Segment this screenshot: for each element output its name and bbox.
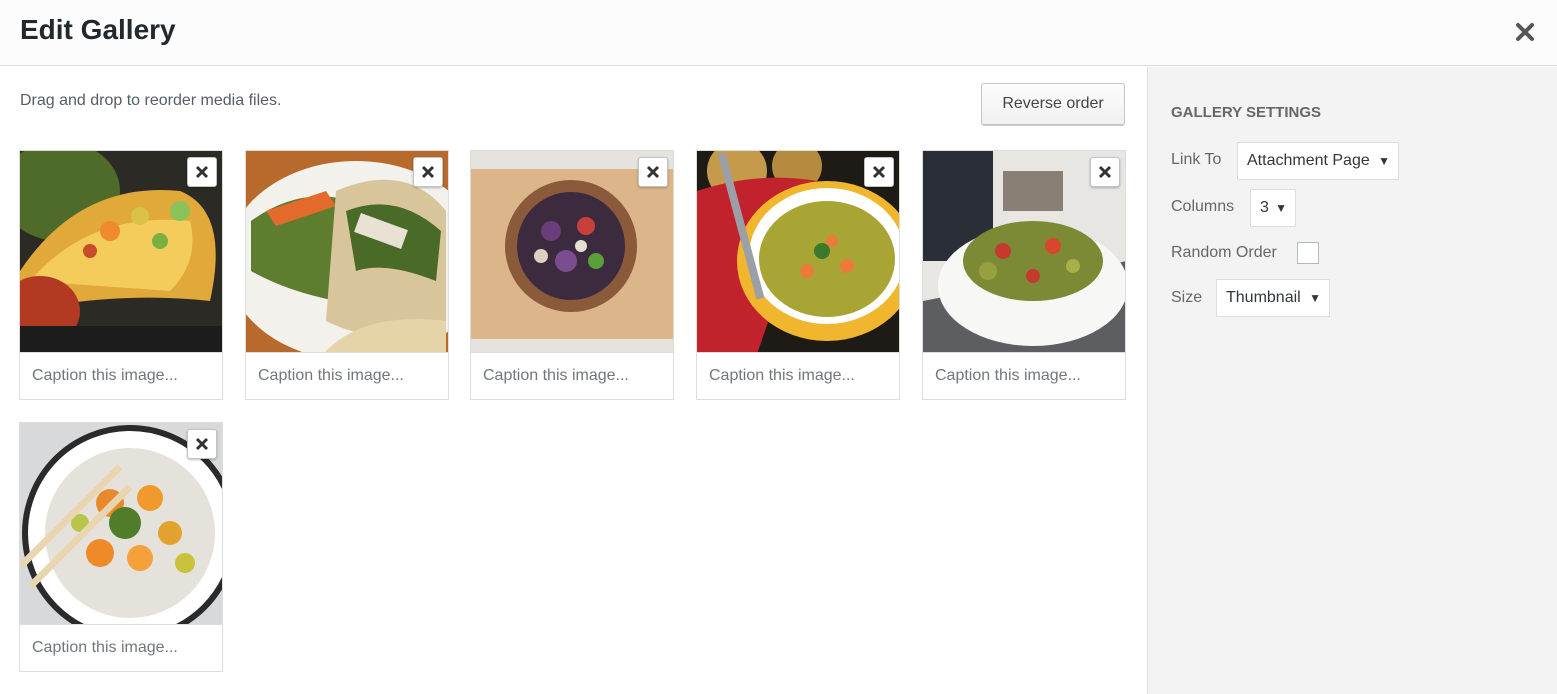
instructions-text: Drag and drop to reorder media files.: [20, 92, 282, 109]
page-title: Edit Gallery: [20, 14, 176, 45]
size-label: Size: [1171, 289, 1203, 306]
caption-input[interactable]: [922, 353, 1126, 400]
close-icon: [195, 165, 209, 179]
gallery-settings-sidebar: Gallery Settings Link To Attachment Page…: [1147, 67, 1557, 694]
gallery-item[interactable]: [470, 150, 674, 400]
close-icon: [195, 437, 209, 451]
size-select[interactable]: Thumbnail ▼: [1216, 279, 1330, 317]
gallery-item[interactable]: [19, 422, 223, 672]
gallery-item[interactable]: [922, 150, 1126, 400]
caption-input[interactable]: [470, 353, 674, 400]
chevron-down-icon: ▼: [1309, 291, 1321, 305]
remove-image-button[interactable]: [864, 157, 894, 187]
gallery-item[interactable]: [696, 150, 900, 400]
caption-input[interactable]: [19, 625, 223, 672]
remove-image-button[interactable]: [638, 157, 668, 187]
settings-title: Gallery Settings: [1171, 104, 1322, 121]
link-to-select[interactable]: Attachment Page ▼: [1237, 142, 1399, 180]
caption-input[interactable]: [696, 353, 900, 400]
close-icon: [872, 165, 886, 179]
remove-image-button[interactable]: [1090, 157, 1120, 187]
caption-input[interactable]: [245, 353, 449, 400]
chevron-down-icon: ▼: [1275, 201, 1287, 215]
close-button[interactable]: [1511, 18, 1539, 46]
close-icon: [1516, 23, 1534, 41]
link-to-value: Attachment Page: [1247, 152, 1370, 169]
caption-input[interactable]: [19, 353, 223, 400]
gallery-item[interactable]: [245, 150, 449, 400]
columns-value: 3: [1260, 199, 1269, 216]
gallery-item[interactable]: [19, 150, 223, 400]
random-order-label: Random Order: [1171, 244, 1277, 261]
random-order-checkbox[interactable]: [1297, 242, 1319, 264]
modal-header: Edit Gallery: [0, 0, 1557, 66]
size-value: Thumbnail: [1226, 289, 1301, 306]
remove-image-button[interactable]: [187, 429, 217, 459]
close-icon: [421, 165, 435, 179]
remove-image-button[interactable]: [187, 157, 217, 187]
link-to-label: Link To: [1171, 151, 1222, 168]
reverse-order-button[interactable]: Reverse order: [981, 83, 1125, 125]
close-icon: [1098, 165, 1112, 179]
close-icon: [646, 165, 660, 179]
remove-image-button[interactable]: [413, 157, 443, 187]
gallery-main: Drag and drop to reorder media files. Re…: [0, 67, 1147, 694]
columns-label: Columns: [1171, 198, 1235, 215]
chevron-down-icon: ▼: [1378, 154, 1390, 168]
columns-select[interactable]: 3 ▼: [1250, 189, 1296, 227]
